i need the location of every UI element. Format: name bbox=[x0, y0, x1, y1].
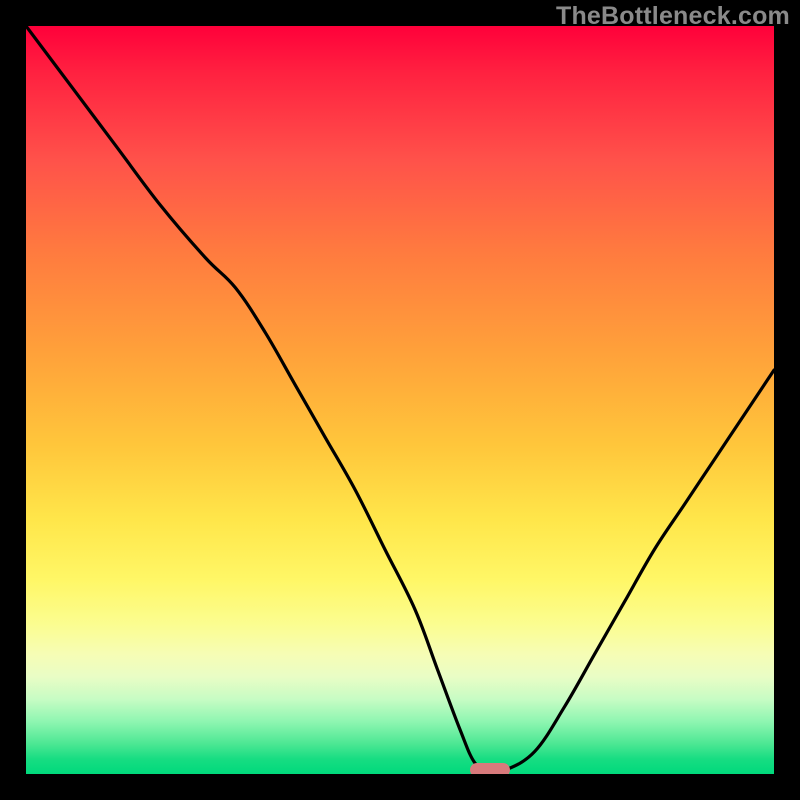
plot-area bbox=[26, 26, 774, 774]
bottleneck-curve bbox=[26, 26, 774, 774]
chart-frame: TheBottleneck.com bbox=[0, 0, 800, 800]
watermark-text: TheBottleneck.com bbox=[556, 2, 790, 31]
minimum-marker bbox=[470, 763, 510, 774]
